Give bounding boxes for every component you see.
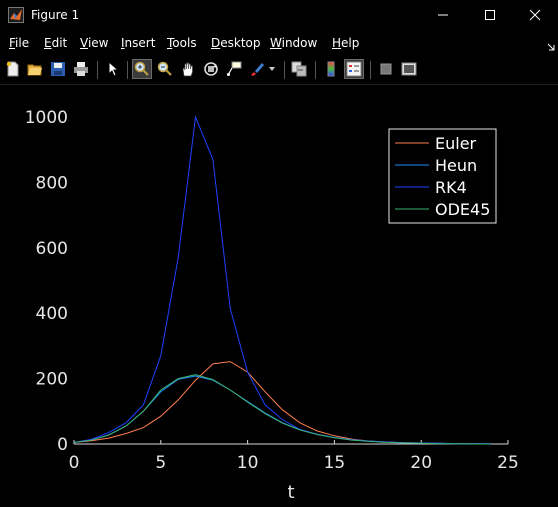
maximize-button[interactable] <box>467 0 513 30</box>
zoom-in-icon[interactable] <box>132 59 152 79</box>
menu-help-label: elp <box>341 36 360 50</box>
menu-help-accel: H <box>332 36 342 50</box>
menu-file[interactable]: File <box>9 36 29 50</box>
save-icon[interactable] <box>48 59 68 79</box>
x-ticks: 0 5 10 15 20 25 <box>69 440 519 473</box>
toolbar-separator <box>315 61 316 79</box>
figure-canvas[interactable]: 0 5 10 15 20 25 0 200 400 600 800 1000 t Euler Heun… <box>0 85 558 503</box>
menu-desktop-label: esktop <box>220 36 261 50</box>
plot-svg[interactable]: 0 5 10 15 20 25 0 200 400 600 800 1000 t Euler Heun… <box>0 85 558 503</box>
menu-insert[interactable]: Insert <box>121 36 155 50</box>
minimize-icon <box>438 14 448 16</box>
open-file-icon[interactable] <box>25 59 45 79</box>
menu-help[interactable]: Help <box>332 36 359 50</box>
legend-label: ODE45 <box>435 200 490 219</box>
x-tick-label: 10 <box>237 453 259 473</box>
y-tick-label: 400 <box>36 304 68 324</box>
legend[interactable]: Euler Heun RK4 ODE45 <box>388 128 497 224</box>
legend-label: Euler <box>435 134 477 153</box>
menu-edit-label: dit <box>51 36 68 50</box>
x-tick-label: 25 <box>497 453 519 473</box>
y-tick-label: 200 <box>36 370 68 390</box>
x-tick-label: 5 <box>155 453 166 473</box>
zoom-out-icon[interactable] <box>155 59 175 79</box>
undock-icon[interactable] <box>546 37 556 56</box>
insert-colorbar-icon[interactable] <box>321 59 341 79</box>
menu-tools-label: ools <box>172 36 197 50</box>
close-icon <box>529 9 541 21</box>
y-tick-label: 1000 <box>25 108 68 128</box>
data-cursor-icon[interactable] <box>224 59 244 79</box>
legend-label: Heun <box>435 156 477 175</box>
brush-icon[interactable] <box>247 59 267 79</box>
y-tick-label: 800 <box>36 173 68 193</box>
dropdown-arrow-icon[interactable] <box>266 59 278 79</box>
x-tick-label: 15 <box>324 453 346 473</box>
maximize-icon <box>485 10 495 20</box>
menu-edit-accel: E <box>44 36 52 50</box>
close-button[interactable] <box>512 0 558 30</box>
rotate-3d-icon[interactable] <box>201 59 221 79</box>
menu-file-label: ile <box>15 36 30 50</box>
menu-desktop-accel: D <box>211 36 221 50</box>
menu-window-label: indow <box>281 36 318 50</box>
menu-view-label: iew <box>87 36 109 50</box>
toolbar-separator <box>97 61 98 79</box>
menu-edit[interactable]: Edit <box>44 36 67 50</box>
toolbar <box>0 56 558 85</box>
hide-plot-tools-icon[interactable] <box>376 59 396 79</box>
menu-view[interactable]: View <box>80 36 108 50</box>
pan-icon[interactable] <box>178 59 198 79</box>
pointer-icon[interactable] <box>103 59 123 79</box>
menu-insert-label: nsert <box>124 36 156 50</box>
menu-window[interactable]: Window <box>270 36 317 50</box>
menu-window-accel: W <box>270 36 282 50</box>
title-bar: Figure 1 <box>0 0 558 32</box>
minimize-button[interactable] <box>420 0 466 30</box>
y-tick-label: 600 <box>36 239 68 259</box>
legend-label: RK4 <box>435 178 467 197</box>
y-tick-label: 0 <box>57 435 68 455</box>
menu-tools[interactable]: Tools <box>167 36 197 50</box>
show-plot-tools-icon[interactable] <box>399 59 419 79</box>
x-axis-label: t <box>287 482 294 503</box>
matlab-icon <box>8 7 24 23</box>
print-icon[interactable] <box>71 59 91 79</box>
menu-desktop[interactable]: Desktop <box>211 36 261 50</box>
menu-bar: File Edit View Insert Tools Desktop Wind… <box>0 33 558 55</box>
new-figure-icon[interactable] <box>3 59 23 79</box>
toolbar-separator <box>127 61 128 79</box>
toolbar-separator <box>370 61 371 79</box>
x-tick-label: 0 <box>69 453 80 473</box>
x-tick-label: 20 <box>410 453 432 473</box>
link-plot-icon[interactable] <box>289 59 309 79</box>
toolbar-separator <box>284 61 285 79</box>
y-ticks: 0 200 400 600 800 1000 <box>25 108 68 455</box>
menu-view-accel: V <box>80 36 88 50</box>
insert-legend-icon[interactable] <box>344 59 364 79</box>
window-title: Figure 1 <box>31 8 80 22</box>
